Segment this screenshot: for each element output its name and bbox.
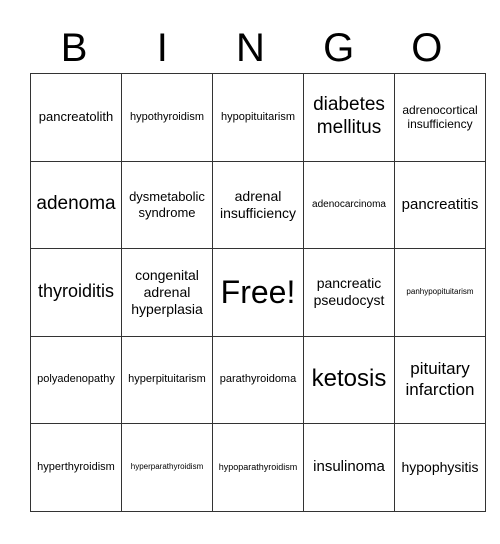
bingo-cell[interactable]: adrenocortical insufficiency: [394, 73, 486, 162]
bingo-cell[interactable]: congenital adrenal hyperplasia: [121, 248, 213, 337]
bingo-cell[interactable]: thyroiditis: [30, 248, 122, 337]
bingo-cell[interactable]: ketosis: [303, 335, 395, 424]
bingo-cell[interactable]: adenoma: [30, 160, 122, 249]
header-letter-o: O: [411, 26, 443, 70]
bingo-cell[interactable]: hyperpituitarism: [121, 335, 213, 424]
bingo-cell[interactable]: adrenal insufficiency: [212, 160, 304, 249]
bingo-cell[interactable]: hyperparathyroidism: [121, 423, 213, 512]
bingo-cell[interactable]: pancreatolith: [30, 73, 122, 162]
bingo-cell[interactable]: hyperthyroidism: [30, 423, 122, 512]
bingo-cell[interactable]: dysmetabolic syndrome: [121, 160, 213, 249]
bingo-cell[interactable]: hypopituitarism: [212, 73, 304, 162]
bingo-cell[interactable]: pituitary infarction: [394, 335, 486, 424]
header-letter-i: I: [156, 26, 168, 70]
bingo-grid: pancreatolith hypothyroidism hypopituita…: [30, 73, 486, 512]
grid-row: adenoma dysmetabolic syndrome adrenal in…: [30, 160, 486, 249]
header-letter-n: N: [236, 26, 265, 70]
bingo-cell[interactable]: panhypopituitarism: [394, 248, 486, 337]
grid-row: pancreatolith hypothyroidism hypopituita…: [30, 73, 486, 162]
bingo-cell[interactable]: hypophysitis: [394, 423, 486, 512]
grid-row: hyperthyroidism hyperparathyroidism hypo…: [30, 423, 486, 512]
bingo-cell[interactable]: diabetes mellitus: [303, 73, 395, 162]
header-letter-g: G: [323, 26, 355, 70]
bingo-cell[interactable]: hypoparathyroidism: [212, 423, 304, 512]
bingo-cell[interactable]: polyadenopathy: [30, 335, 122, 424]
grid-row: polyadenopathy hyperpituitarism parathyr…: [30, 335, 486, 424]
bingo-cell[interactable]: insulinoma: [303, 423, 395, 512]
header-letter-b: B: [60, 26, 88, 70]
free-space-cell[interactable]: Free!: [212, 248, 304, 337]
bingo-header: B I N G O: [30, 24, 471, 72]
bingo-cell[interactable]: hypothyroidism: [121, 73, 213, 162]
bingo-cell[interactable]: pancreatitis: [394, 160, 486, 249]
bingo-cell[interactable]: adenocarcinoma: [303, 160, 395, 249]
grid-row: thyroiditis congenital adrenal hyperplas…: [30, 248, 486, 337]
bingo-cell[interactable]: parathyroidoma: [212, 335, 304, 424]
bingo-cell[interactable]: pancreatic pseudocyst: [303, 248, 395, 337]
